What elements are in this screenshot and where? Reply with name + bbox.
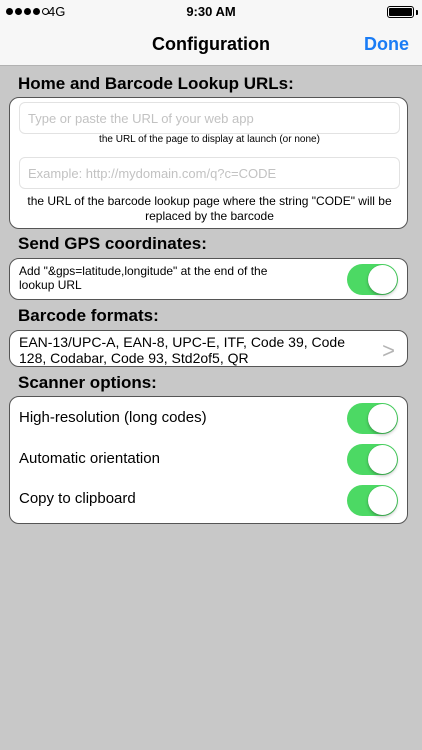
barcode-formats-row[interactable]: EAN-13/UPC-A, EAN-8, UPC-E, ITF, Code 39… bbox=[9, 330, 408, 367]
high-resolution-toggle[interactable] bbox=[347, 403, 398, 434]
gps-card: Add "&gps=latitude,longitude" at the end… bbox=[9, 258, 408, 300]
barcode-formats-value: EAN-13/UPC-A, EAN-8, UPC-E, ITF, Code 39… bbox=[19, 334, 345, 366]
navigation-bar: Configuration Done bbox=[0, 24, 422, 66]
chevron-right-icon: > bbox=[382, 338, 395, 363]
copy-to-clipboard-label: Copy to clipboard bbox=[19, 490, 136, 507]
gps-description: Add "&gps=latitude,longitude" at the end… bbox=[19, 264, 268, 292]
page-title: Configuration bbox=[152, 34, 270, 54]
urls-card: the URL of the page to display at launch… bbox=[9, 97, 408, 229]
scanner-options-card: High-resolution (long codes) Automatic o… bbox=[9, 396, 408, 524]
battery-icon bbox=[387, 6, 414, 18]
automatic-orientation-toggle[interactable] bbox=[347, 444, 398, 475]
scanner-section-header: Scanner options: bbox=[18, 373, 157, 392]
lookup-url-input[interactable] bbox=[19, 157, 400, 189]
toggle-knob bbox=[368, 404, 397, 433]
automatic-orientation-label: Automatic orientation bbox=[19, 450, 160, 467]
gps-toggle[interactable] bbox=[347, 264, 398, 295]
status-bar: 4G 9:30 AM bbox=[0, 0, 422, 24]
formats-section-header: Barcode formats: bbox=[18, 306, 159, 325]
toggle-knob bbox=[368, 265, 397, 294]
done-button[interactable]: Done bbox=[364, 34, 409, 55]
home-url-input[interactable] bbox=[19, 102, 400, 134]
lookup-url-hint: the URL of the barcode lookup page where… bbox=[27, 194, 392, 223]
status-time: 9:30 AM bbox=[186, 4, 236, 19]
gps-section-header: Send GPS coordinates: bbox=[18, 234, 207, 253]
toggle-knob bbox=[368, 486, 397, 515]
home-url-hint: the URL of the page to display at launch… bbox=[99, 134, 320, 145]
toggle-knob bbox=[368, 445, 397, 474]
high-resolution-label: High-resolution (long codes) bbox=[19, 409, 207, 426]
battery-tip bbox=[416, 10, 418, 15]
urls-section-header: Home and Barcode Lookup URLs: bbox=[18, 74, 294, 93]
copy-to-clipboard-toggle[interactable] bbox=[347, 485, 398, 516]
